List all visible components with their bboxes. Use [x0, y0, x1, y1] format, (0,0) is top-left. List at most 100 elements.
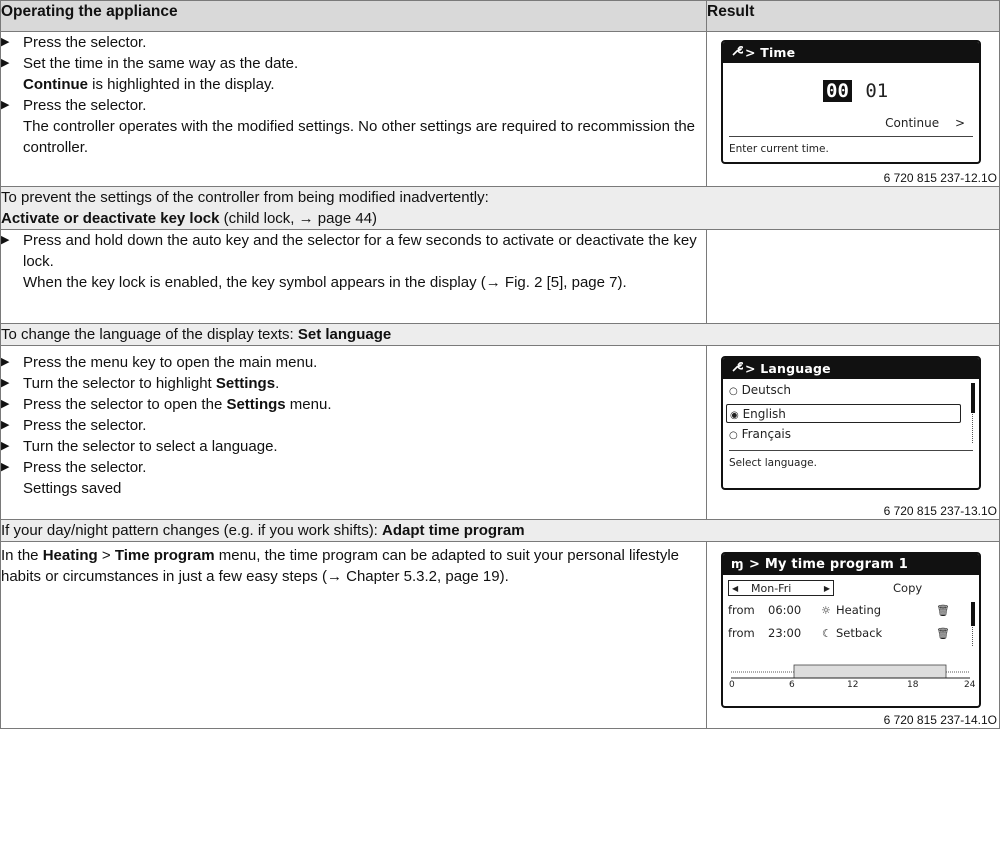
bullet-triangle-icon: ▶	[1, 234, 10, 246]
section-header-row: To change the language of the display te…	[0, 323, 1000, 346]
hours-field: 00	[823, 80, 852, 102]
wrench-icon	[731, 358, 745, 379]
screen-title-bar: > Time	[723, 42, 979, 63]
wrench-icon	[731, 42, 745, 63]
timeline-tick: 18	[907, 680, 919, 690]
screen-divider	[729, 450, 973, 451]
mode-label: Heating	[836, 603, 882, 617]
sun-icon: ☼	[821, 604, 831, 617]
bold-term: Time program	[114, 547, 215, 564]
radio-empty-icon: ○	[729, 386, 738, 397]
step-result: When the key lock is enabled, the key sy…	[23, 274, 627, 291]
section-title-bold: Adapt time program	[382, 522, 525, 539]
section-title-bold: Activate or deactivate key lock	[1, 210, 220, 227]
result-cell: > Time 00 01 Continue > Enter current ti…	[706, 31, 1000, 187]
instruction-step: ▶ Press the menu key to open the main men…	[1, 352, 706, 373]
section-header-row: To prevent the settings of the controlle…	[0, 186, 1000, 230]
bullet-triangle-icon: ▶	[1, 57, 10, 69]
bullet-triangle-icon: ▶	[1, 356, 10, 368]
screen-hint: Select language.	[729, 457, 817, 469]
bullet-triangle-icon: ▶	[1, 398, 10, 410]
scrollbar-thumb	[971, 602, 975, 626]
display-screen-time: > Time 00 01 Continue > Enter current ti…	[721, 40, 981, 164]
heating-period-bar	[793, 664, 947, 679]
bullet-triangle-icon: ▶	[1, 461, 10, 473]
from-label: from	[728, 626, 755, 640]
language-option: ○ Deutsch	[729, 384, 791, 398]
section-title: Activate or deactivate key lock (child l…	[1, 208, 999, 229]
instruction-step: ▶ Turn the selector to highlight Settings…	[1, 373, 706, 394]
timeline-tick: 6	[789, 680, 795, 690]
screen-title-bar: ɱ > My time program 1	[723, 554, 979, 575]
timeline-tick: 12	[847, 680, 859, 690]
screen-hint: Enter current time.	[729, 143, 829, 155]
screen-divider	[729, 136, 973, 137]
instruction-step: ▶ Press and hold down the auto key and t…	[1, 230, 706, 272]
step-text: Press the selector.	[23, 417, 147, 434]
instruction-step: ▶ Press the selector.	[1, 32, 706, 53]
language-option-selected: ◉ English	[726, 404, 961, 423]
step-text: Turn the selector to select a language.	[23, 438, 278, 455]
screen-title: > Time	[745, 45, 796, 60]
bullet-triangle-icon: ▶	[1, 99, 10, 111]
result-cell	[706, 229, 1000, 324]
result-cell: > Language ○ Deutsch ◉ English ○ Françai…	[706, 345, 1000, 520]
step-text: Press the selector.	[23, 459, 147, 476]
section-intro: If your day/night pattern changes (e.g. …	[1, 522, 383, 539]
timeline-tick: 24	[964, 680, 976, 690]
step-text-end: menu.	[285, 396, 332, 413]
section-header: If your day/night pattern changes (e.g. …	[0, 519, 1000, 542]
bold-term: Continue	[23, 76, 88, 93]
continue-option: Continue >	[885, 117, 965, 130]
bullet-triangle-icon: ▶	[1, 377, 10, 389]
section-header-row: If your day/night pattern changes (e.g. …	[0, 519, 1000, 542]
time-label: 06:00	[768, 603, 802, 617]
figure-caption: 6 720 815 237-12.1O	[883, 171, 997, 185]
bold-term: Settings	[215, 375, 276, 392]
program-row: from 06:00 ☼ Heating 🗑	[728, 604, 973, 620]
step-text: Press the selector.	[23, 97, 147, 114]
day-label: Mon-Fri	[751, 582, 792, 595]
step-text: Press the selector to open the	[23, 396, 227, 413]
figure-caption: 6 720 815 237-13.1O	[883, 504, 997, 518]
instruction-step: ▶ Press the selector.	[1, 95, 706, 116]
bold-term: Heating	[42, 547, 98, 564]
display-screen-language: > Language ○ Deutsch ◉ English ○ Françai…	[721, 356, 981, 490]
step-text: Turn the selector to highlight	[23, 375, 216, 392]
trash-icon: 🗑	[936, 627, 950, 640]
bullet-triangle-icon: ▶	[1, 36, 10, 48]
step-result: Settings saved	[23, 480, 122, 497]
option-label: Deutsch	[741, 383, 791, 397]
result-cell: ɱ > My time program 1 ◀ Mon-Fri ▶ Copy fr…	[706, 541, 1000, 729]
continue-label: Continue	[885, 116, 940, 130]
timeline-graph	[731, 664, 970, 679]
display-screen-time-program: ɱ > My time program 1 ◀ Mon-Fri ▶ Copy fr…	[721, 552, 981, 708]
instruction-table: Operating the appliance Result ▶ Press t…	[0, 0, 1000, 729]
section-intro: To change the language of the display te…	[1, 326, 298, 343]
body-text: >	[97, 547, 115, 564]
scrollbar-thumb	[971, 383, 975, 413]
day-selector: ◀ Mon-Fri ▶	[728, 580, 834, 596]
language-option: ○ Français	[729, 428, 791, 442]
radio-filled-icon: ◉	[730, 410, 739, 421]
instruction-cell: ▶ Press the menu key to open the main men…	[0, 345, 707, 520]
instruction-cell: ▶ Press and hold down the auto key and t…	[0, 229, 707, 324]
instruction-step: ▶ Press the selector.	[1, 415, 706, 436]
option-label: English	[742, 407, 786, 421]
step-text: Press the menu key to open the main menu…	[23, 354, 318, 371]
minutes-field: 01	[865, 80, 889, 102]
figure-caption: 6 720 815 237-14.1O	[883, 713, 997, 727]
step-text-end: .	[275, 375, 280, 392]
section-title-rest: (child lock, → page 44)	[219, 210, 378, 227]
step-result-text: is highlighted in the display.	[88, 76, 275, 93]
screen-title-bar: > Language	[723, 358, 979, 379]
step-text: Set the time in the same way as the date…	[23, 55, 299, 72]
chevron-right-icon: >	[954, 116, 965, 130]
col-header-result: Result	[706, 0, 1000, 32]
col-header-operating: Operating the appliance	[0, 0, 707, 32]
table-header-row: Operating the appliance Result	[0, 0, 1000, 32]
section-title-bold: Set language	[297, 326, 392, 343]
instruction-step: ▶ Press the selector.	[1, 457, 706, 478]
table-row: ▶ Press and hold down the auto key and t…	[0, 229, 1000, 324]
bold-term: Settings	[226, 396, 286, 413]
